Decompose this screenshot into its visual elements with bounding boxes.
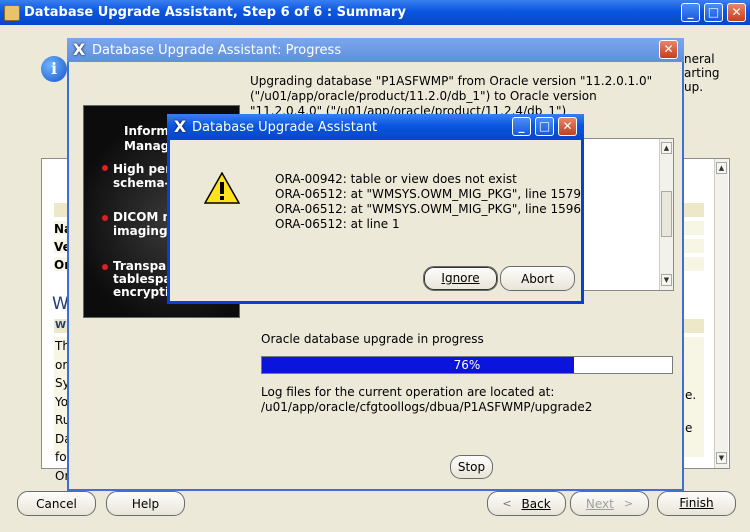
scroll-up-arrow-icon[interactable]: ▲	[716, 162, 727, 174]
minimize-button[interactable]: _	[512, 117, 531, 136]
error-line: ORA-06512: at "WMSYS.OWM_MIG_PKG", line …	[275, 187, 582, 201]
ignore-button[interactable]: Ignore	[423, 266, 498, 291]
cancel-button[interactable]: Cancel	[17, 491, 96, 516]
next-button-label: Next	[585, 496, 614, 511]
scroll-thumb[interactable]	[661, 191, 672, 237]
abort-button[interactable]: Abort	[500, 266, 575, 291]
summary-text-right: e.	[685, 388, 697, 402]
details-scrollbar[interactable]: ▲ ▼	[659, 139, 673, 290]
info-icon: i	[41, 56, 67, 82]
x-logo-icon: X	[72, 40, 86, 59]
error-dialog-title: Database Upgrade Assistant	[192, 119, 378, 135]
chevron-right-icon: >	[623, 497, 634, 510]
scroll-down-arrow-icon[interactable]: ▼	[661, 274, 672, 286]
maximize-button[interactable]: □	[704, 3, 723, 22]
info-text-line: neral	[684, 52, 715, 66]
error-line: ORA-06512: at line 1	[275, 217, 400, 231]
info-text-line: arting	[684, 66, 720, 80]
upgrade-message-line: Upgrading database "P1ASFWMP" from Oracl…	[250, 74, 653, 88]
error-dialog: X Database Upgrade Assistant _ □ ✕ ORA-0…	[167, 114, 584, 304]
log-path: /u01/app/oracle/cfgtoollogs/dbua/P1ASFWM…	[261, 400, 593, 414]
summary-text-right: e	[685, 421, 693, 435]
section-subheading: W	[55, 320, 67, 331]
progress-bar: 76%	[261, 356, 673, 374]
chevron-left-icon: <	[502, 497, 512, 510]
main-window-title: Database Upgrade Assistant, Step 6 of 6 …	[24, 5, 406, 20]
scroll-up-arrow-icon[interactable]: ▲	[661, 142, 672, 154]
upgrade-message-line: ("/u01/app/oracle/product/11.2.0/db_1") …	[250, 89, 597, 103]
maximize-button[interactable]: □	[535, 117, 554, 136]
info-text-line: up.	[684, 80, 704, 94]
warning-icon	[203, 171, 241, 204]
error-line: ORA-00942: table or view does not exist	[275, 172, 517, 186]
error-titlebar[interactable]: X Database Upgrade Assistant _ □ ✕	[167, 114, 584, 140]
log-label: Log files for the current operation are …	[261, 385, 555, 399]
stop-button[interactable]: Stop	[450, 455, 493, 479]
finish-button-label: Finish	[679, 496, 714, 510]
scroll-down-arrow-icon[interactable]: ▼	[716, 452, 727, 464]
summary-scrollbar[interactable]: ▲ ▼	[714, 159, 728, 468]
error-line: ORA-06512: at "WMSYS.OWM_MIG_PKG", line …	[275, 202, 582, 216]
back-button[interactable]: < Back	[487, 491, 566, 516]
minimize-button[interactable]: _	[681, 3, 700, 22]
progress-bar-label: 76%	[453, 358, 481, 372]
x-logo-icon: X	[173, 117, 187, 136]
next-button[interactable]: Next >	[570, 491, 649, 516]
ignore-button-label: Ignore	[441, 271, 480, 285]
close-button[interactable]: ✕	[727, 3, 746, 22]
status-label: Oracle database upgrade in progress	[261, 332, 484, 346]
help-button[interactable]: Help	[106, 491, 185, 516]
main-titlebar[interactable]: Database Upgrade Assistant, Step 6 of 6 …	[0, 0, 750, 25]
progress-titlebar[interactable]: X Database Upgrade Assistant: Progress ✕	[67, 38, 684, 62]
progress-dialog-title: Database Upgrade Assistant: Progress	[92, 42, 342, 58]
app-icon	[4, 4, 20, 21]
progress-close-button[interactable]: ✕	[659, 40, 678, 59]
finish-button[interactable]: Finish	[657, 491, 736, 516]
back-button-label: Back	[521, 496, 551, 511]
close-button[interactable]: ✕	[558, 117, 577, 136]
